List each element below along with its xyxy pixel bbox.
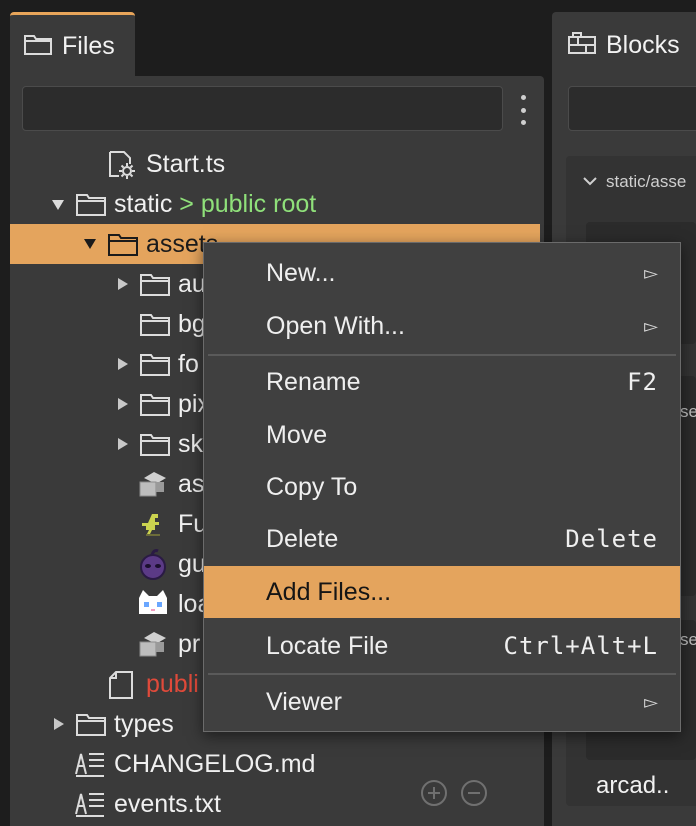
submenu-arrow-icon: ▻ xyxy=(644,315,658,336)
menu-item-open-with[interactable]: Open With... ▻ xyxy=(204,300,680,352)
folder-icon xyxy=(140,352,170,383)
tree-item-label: pr xyxy=(178,629,201,658)
caret-down-icon[interactable] xyxy=(52,200,64,210)
tab-blocks-label: Blocks xyxy=(606,30,680,59)
asset-stack-icon xyxy=(138,630,168,665)
folder-icon xyxy=(140,312,170,343)
caret-right-icon[interactable] xyxy=(118,398,128,410)
tab-files-label: Files xyxy=(62,32,115,60)
folder-icon xyxy=(140,272,170,303)
menu-item-label: Rename xyxy=(266,367,361,396)
asset-stack-icon xyxy=(138,470,168,505)
menu-item-shortcut: F2 xyxy=(627,368,658,396)
menu-item-shortcut: Ctrl+Alt+L xyxy=(503,632,658,660)
tree-item-label: types xyxy=(114,709,174,738)
caret-right-icon[interactable] xyxy=(118,438,128,450)
menu-item-copy-to[interactable]: Copy To xyxy=(204,461,680,513)
tree-item-label: bg xyxy=(178,309,206,338)
blocks-section-header[interactable]: static/asse xyxy=(582,172,686,192)
files-search-input[interactable] xyxy=(22,86,503,131)
block-fragment: se xyxy=(680,630,696,649)
chevron-down-icon xyxy=(582,172,598,192)
folder-icon xyxy=(140,392,170,423)
menu-item-add-files[interactable]: Add Files... xyxy=(204,566,680,618)
tab-files[interactable]: Files xyxy=(10,12,135,78)
tree-item-label: Start.ts xyxy=(146,149,226,178)
caret-right-icon[interactable] xyxy=(118,358,128,370)
menu-item-delete[interactable]: Delete Delete xyxy=(204,513,680,565)
page-icon xyxy=(108,670,134,707)
menu-item-new[interactable]: New... ▻ xyxy=(204,247,680,299)
tree-item-label: gu xyxy=(178,549,206,578)
zoom-out-icon[interactable] xyxy=(461,780,487,806)
tree-item-label: events.txt xyxy=(114,789,221,818)
menu-item-move[interactable]: Move xyxy=(204,409,680,461)
tree-item-static[interactable]: static > public root xyxy=(10,184,540,224)
purple-orb-icon xyxy=(136,548,170,587)
menu-item-label: Viewer xyxy=(266,687,342,716)
caret-right-icon[interactable] xyxy=(54,718,64,730)
tree-item-label: sk xyxy=(178,429,203,458)
cat-face-icon xyxy=(136,588,170,627)
submenu-arrow-icon: ▻ xyxy=(644,691,658,712)
block-card-label: arcad.. xyxy=(596,772,670,799)
menu-item-rename[interactable]: Rename F2 xyxy=(204,356,680,408)
menu-item-label: Copy To xyxy=(266,472,358,501)
tree-item-label: fo xyxy=(178,349,199,378)
blocks-section-label: static/asse xyxy=(606,172,687,191)
folder-icon xyxy=(24,33,52,60)
folder-icon xyxy=(140,432,170,463)
menu-item-label: Move xyxy=(266,420,328,449)
caret-down-icon[interactable] xyxy=(84,239,96,249)
submenu-arrow-icon: ▻ xyxy=(644,262,658,283)
folder-icon xyxy=(76,712,106,743)
menu-separator xyxy=(208,673,676,675)
context-menu: New... ▻ Open With... ▻ Rename F2 Move C… xyxy=(203,242,681,732)
gear-file-icon xyxy=(107,150,137,187)
menu-item-label: Add Files... xyxy=(266,577,392,606)
folder-icon xyxy=(108,232,138,263)
tree-item-label: as xyxy=(178,469,205,498)
public-root-label: > public root xyxy=(172,189,317,218)
tree-item-label: publi xyxy=(146,669,199,698)
tree-item-label: au xyxy=(178,269,206,298)
zoom-in-icon[interactable] xyxy=(421,780,447,806)
tree-item-start-ts[interactable]: Start.ts xyxy=(10,144,540,184)
menu-item-label: Delete xyxy=(266,524,339,553)
caret-right-icon[interactable] xyxy=(118,278,128,290)
block-fragment: se xyxy=(680,402,696,421)
blocks-search-input[interactable] xyxy=(568,86,696,131)
menu-item-viewer[interactable]: Viewer ▻ xyxy=(204,676,680,728)
tree-item-label: CHANGELOG.md xyxy=(114,749,316,778)
tree-item-changelog[interactable]: CHANGELOG.md xyxy=(10,744,540,784)
menu-item-locate-file[interactable]: Locate File Ctrl+Alt+L xyxy=(204,620,680,672)
menu-item-label: New... xyxy=(266,258,336,287)
menu-item-label: Open With... xyxy=(266,311,405,340)
text-file-icon xyxy=(74,790,106,825)
text-file-icon xyxy=(74,750,106,785)
dino-sprite-icon xyxy=(138,510,168,545)
menu-item-label: Locate File xyxy=(266,631,389,660)
menu-item-shortcut: Delete xyxy=(565,525,658,553)
blocks-icon xyxy=(568,31,596,59)
more-options-icon[interactable] xyxy=(515,95,531,125)
folder-icon xyxy=(76,192,106,223)
tab-blocks[interactable]: Blocks xyxy=(552,12,696,78)
tree-item-label: static xyxy=(114,189,173,218)
